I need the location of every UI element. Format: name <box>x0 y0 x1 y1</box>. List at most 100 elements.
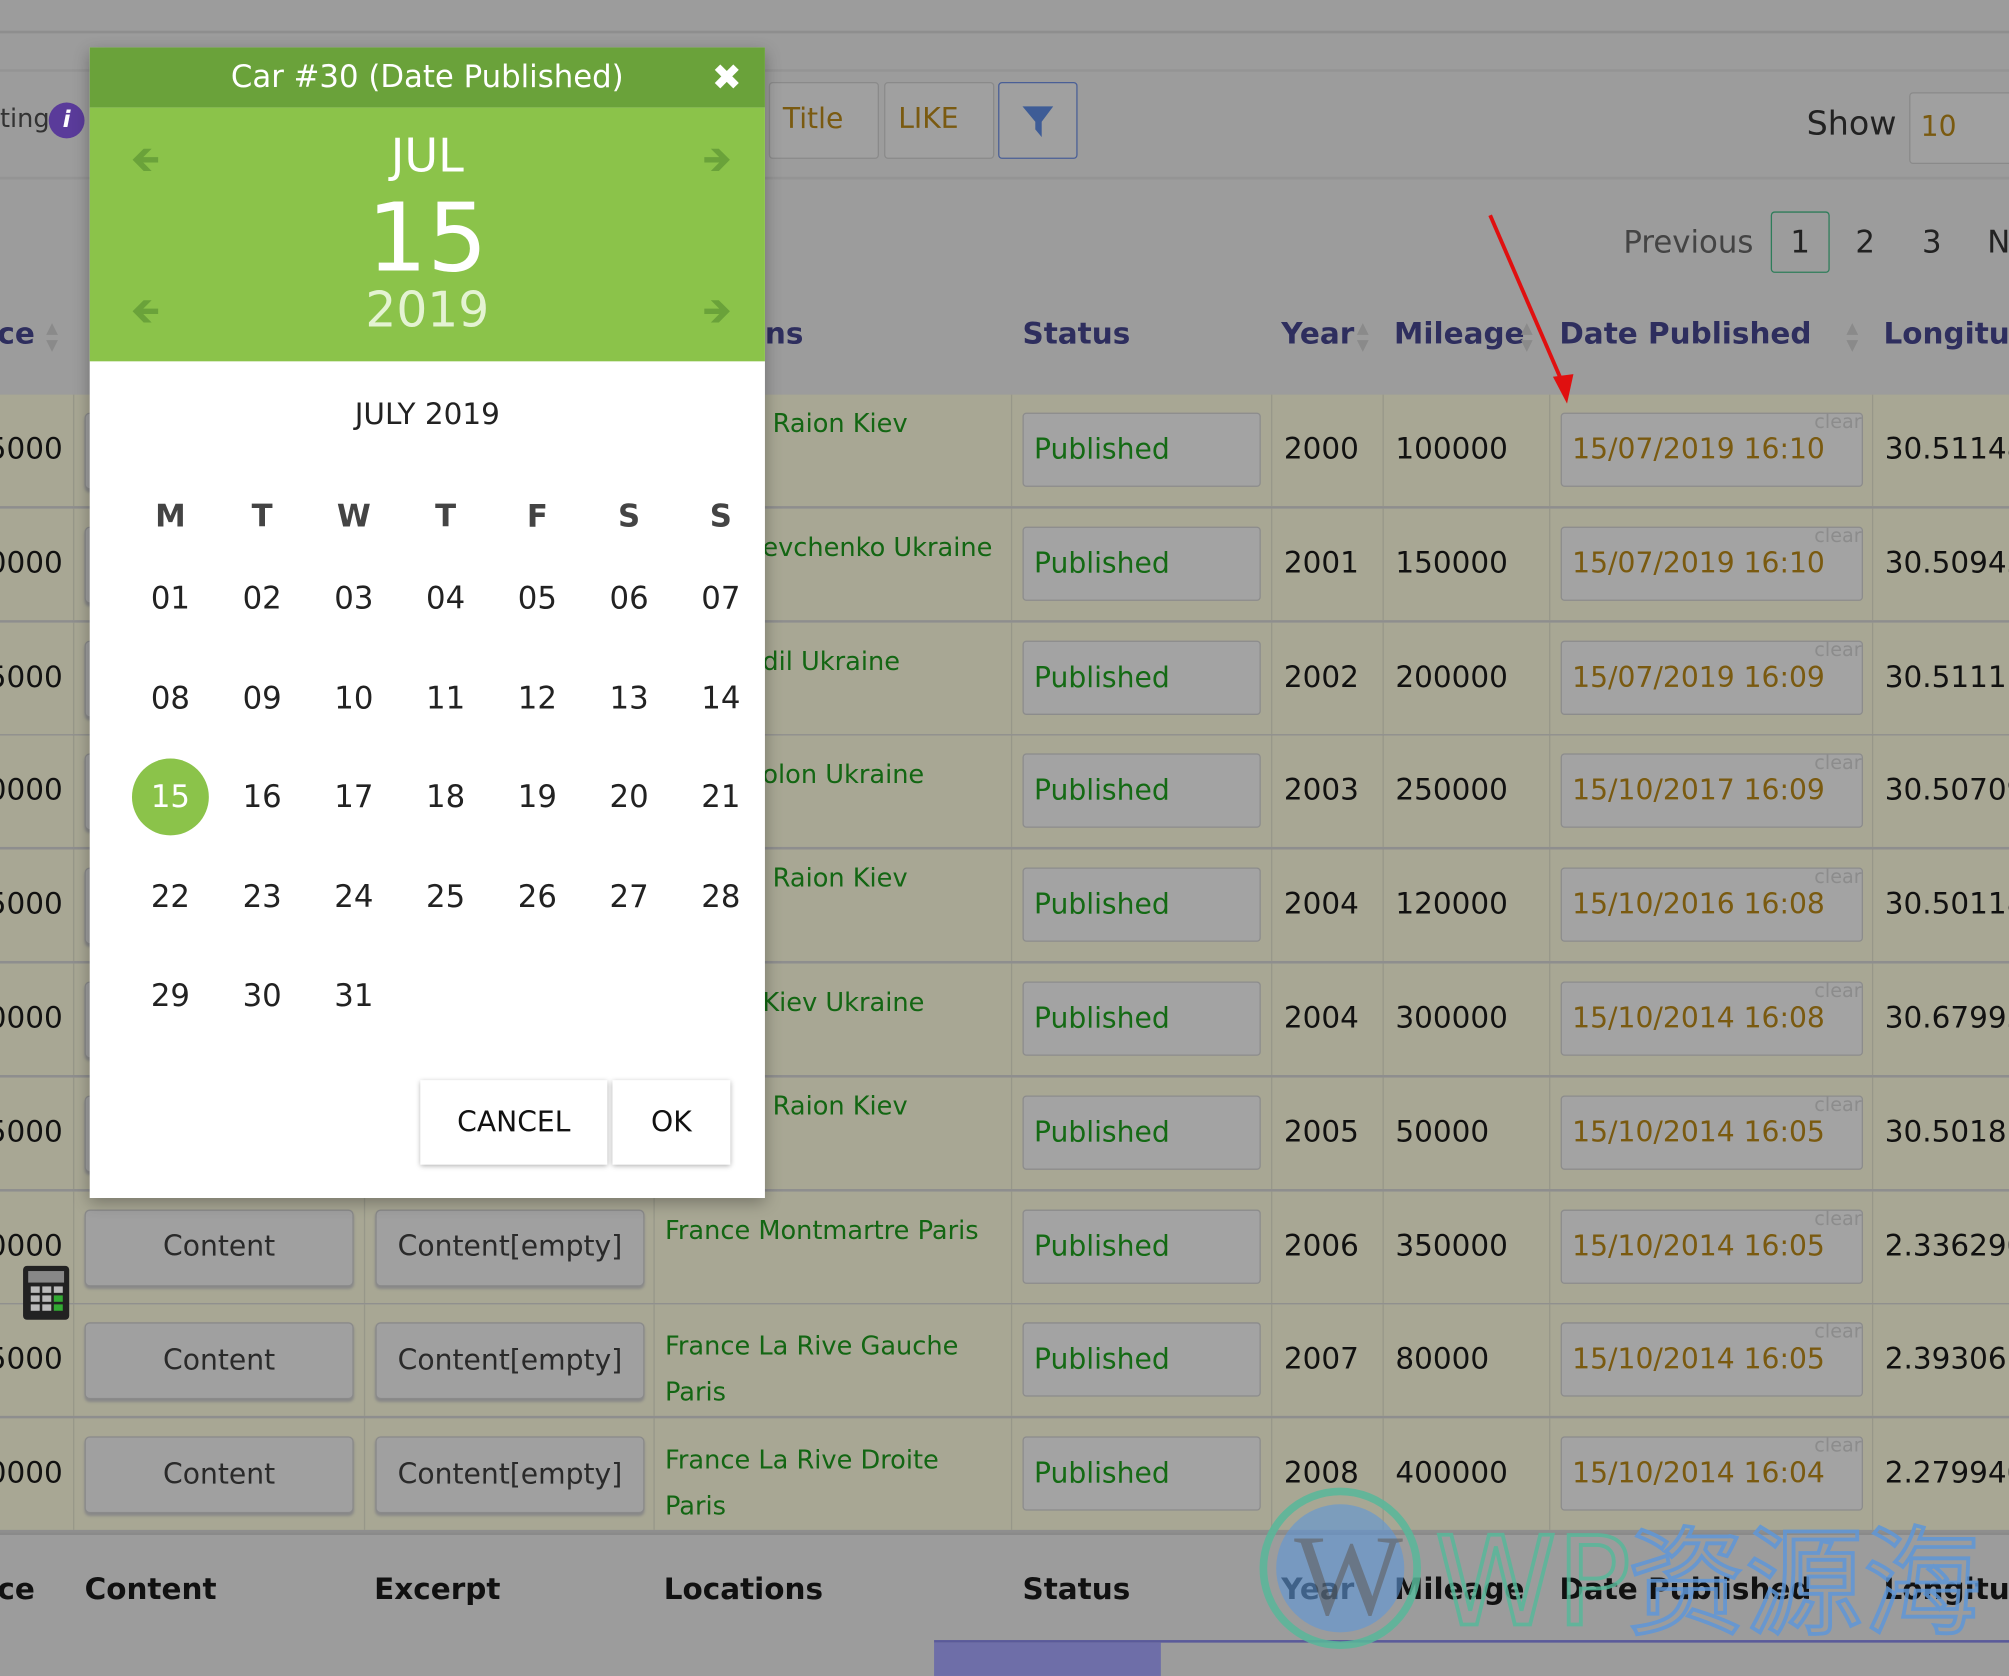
status-field[interactable]: Published <box>1022 526 1261 601</box>
calendar-day[interactable]: 23 <box>224 878 301 914</box>
date-value: 15/10/2014 16:05 <box>1572 1230 1825 1263</box>
calendar-day[interactable]: 31 <box>315 978 392 1014</box>
date-published-field[interactable]: 15/10/2014 16:08 clear <box>1560 979 1864 1056</box>
svg-text:资源海: 资源海 <box>1627 1516 1981 1653</box>
filter-button[interactable] <box>998 82 1078 159</box>
date-published-field[interactable]: 15/10/2014 16:05 clear <box>1560 1206 1864 1284</box>
status-field[interactable]: Published <box>1022 1322 1261 1398</box>
calendar-day[interactable]: 29 <box>132 978 209 1014</box>
date-published-field[interactable]: 15/07/2019 16:10 clear <box>1560 524 1864 601</box>
clear-button[interactable]: clear <box>1814 524 1861 547</box>
clear-button[interactable]: clear <box>1814 1434 1861 1457</box>
status-field[interactable]: Published <box>1022 640 1261 715</box>
calendar-day[interactable]: 10 <box>315 680 392 716</box>
calendar-day[interactable]: 21 <box>682 779 759 815</box>
date-value: 15/10/2014 16:08 <box>1572 1003 1825 1036</box>
clear-button[interactable]: clear <box>1814 1093 1861 1116</box>
calendar-day[interactable]: 05 <box>499 580 576 616</box>
calendar-day[interactable]: 24 <box>315 878 392 914</box>
clear-button[interactable]: clear <box>1814 1206 1861 1229</box>
calendar-day[interactable]: 12 <box>499 680 576 716</box>
year-cell: 2004 <box>1283 1001 1359 1036</box>
calendar-day[interactable]: 04 <box>407 580 484 616</box>
pagination-page-1[interactable]: 1 <box>1770 211 1830 273</box>
calendar-day[interactable]: 02 <box>224 580 301 616</box>
sort-icon[interactable]: ▲ ▼ <box>1846 320 1859 353</box>
status-field[interactable]: Published <box>1022 981 1261 1056</box>
calendar-day[interactable]: 13 <box>591 680 668 716</box>
pagination-next[interactable]: N <box>1987 224 2009 260</box>
clear-button[interactable]: clear <box>1814 1320 1861 1343</box>
clear-button[interactable]: clear <box>1814 751 1861 774</box>
date-published-field[interactable]: 15/10/2017 16:09 clear <box>1560 751 1864 829</box>
longitude-cell: 30.67993 <box>1884 1001 2009 1036</box>
column-header-status[interactable]: Status <box>1022 318 1130 351</box>
calendar-day[interactable]: 07 <box>682 580 759 616</box>
calendar-day[interactable]: 19 <box>499 779 576 815</box>
clear-button[interactable]: clear <box>1814 410 1861 433</box>
calendar-day[interactable]: 26 <box>499 878 576 914</box>
date-published-field[interactable]: 15/07/2019 16:09 clear <box>1560 638 1864 715</box>
content-button[interactable]: Content <box>84 1209 354 1286</box>
cancel-button[interactable]: CANCEL <box>420 1080 608 1165</box>
date-published-field[interactable]: 15/10/2014 16:05 clear <box>1560 1093 1864 1170</box>
status-field[interactable]: Published <box>1022 753 1261 829</box>
calendar-day[interactable]: 01 <box>132 580 209 616</box>
calendar-day[interactable]: 09 <box>224 680 301 716</box>
calendar-day-selected[interactable]: 15 <box>131 758 209 836</box>
date-published-field[interactable]: 15/10/2016 16:08 clear <box>1560 865 1864 942</box>
calculator-icon[interactable] <box>23 1265 70 1320</box>
calendar-day[interactable]: 17 <box>315 779 392 815</box>
status-field[interactable]: Published <box>1022 412 1261 487</box>
column-header-date-published[interactable]: Date Published <box>1559 318 1811 351</box>
sort-icon[interactable]: ▲ ▼ <box>1357 320 1370 353</box>
clear-button[interactable]: clear <box>1814 979 1861 1002</box>
sort-icon[interactable]: ▲ ▼ <box>46 320 59 353</box>
calendar-day[interactable]: 08 <box>132 680 209 716</box>
ok-button[interactable]: OK <box>612 1080 731 1165</box>
column-header-price[interactable]: ce <box>0 318 35 351</box>
date-published-field[interactable]: 15/10/2014 16:05 clear <box>1560 1320 1864 1398</box>
calendar-day[interactable]: 14 <box>682 680 759 716</box>
date-value: 15/07/2019 16:10 <box>1572 548 1825 581</box>
filter-icon <box>1022 106 1054 138</box>
calendar-day[interactable]: 20 <box>591 779 668 815</box>
info-icon[interactable]: i <box>48 102 85 139</box>
status-field[interactable]: Published <box>1022 1095 1261 1170</box>
status-field[interactable]: Published <box>1022 1436 1261 1511</box>
pagination-previous[interactable]: Previous <box>1623 224 1753 260</box>
excerpt-button[interactable]: Content[empty] <box>375 1322 645 1400</box>
column-header-longitude[interactable]: Longitud <box>1884 318 2009 351</box>
calendar-day[interactable]: 18 <box>407 779 484 815</box>
calendar-day[interactable]: 06 <box>591 580 668 616</box>
clear-button[interactable]: clear <box>1814 865 1861 888</box>
page-size-select[interactable]: 10 <box>1909 92 2009 165</box>
calendar-day[interactable]: 22 <box>132 878 209 914</box>
watermark-logo: W WP 资源海 <box>1256 1486 1999 1658</box>
scrollbar-thumb[interactable] <box>934 1642 1161 1676</box>
mileage-cell: 50000 <box>1395 1115 1490 1150</box>
calendar-day[interactable]: 11 <box>407 680 484 716</box>
pagination-page-2[interactable]: 2 <box>1855 224 1875 260</box>
pagination-page-3[interactable]: 3 <box>1922 224 1942 260</box>
date-published-field[interactable]: 15/07/2019 16:10 clear <box>1560 410 1864 487</box>
excerpt-button[interactable]: Content[empty] <box>375 1436 645 1514</box>
calendar-day[interactable]: 16 <box>224 779 301 815</box>
column-header-year[interactable]: Year <box>1281 318 1354 351</box>
calendar-day[interactable]: 25 <box>407 878 484 914</box>
status-field[interactable]: Published <box>1022 1209 1261 1284</box>
filter-operator-select[interactable]: LIKE <box>884 82 995 159</box>
content-button[interactable]: Content <box>84 1322 354 1400</box>
content-button[interactable]: Content <box>84 1436 354 1514</box>
clear-button[interactable]: clear <box>1814 638 1861 661</box>
calendar-grid: M T W T F S S 01 02 03 04 05 06 07 08 09 10 11 12 13 14 15 16 1… <box>124 47 740 1072</box>
filter-field-select[interactable]: Title <box>768 82 879 159</box>
calendar-day[interactable]: 03 <box>315 580 392 616</box>
status-field[interactable]: Published <box>1022 867 1261 942</box>
location-link: France Montmartre Paris <box>664 1214 979 1245</box>
excerpt-button[interactable]: Content[empty] <box>375 1209 645 1286</box>
column-header-locations[interactable]: ns <box>765 318 804 351</box>
calendar-day[interactable]: 27 <box>591 878 668 914</box>
calendar-day[interactable]: 30 <box>224 978 301 1014</box>
calendar-day[interactable]: 28 <box>682 878 759 914</box>
